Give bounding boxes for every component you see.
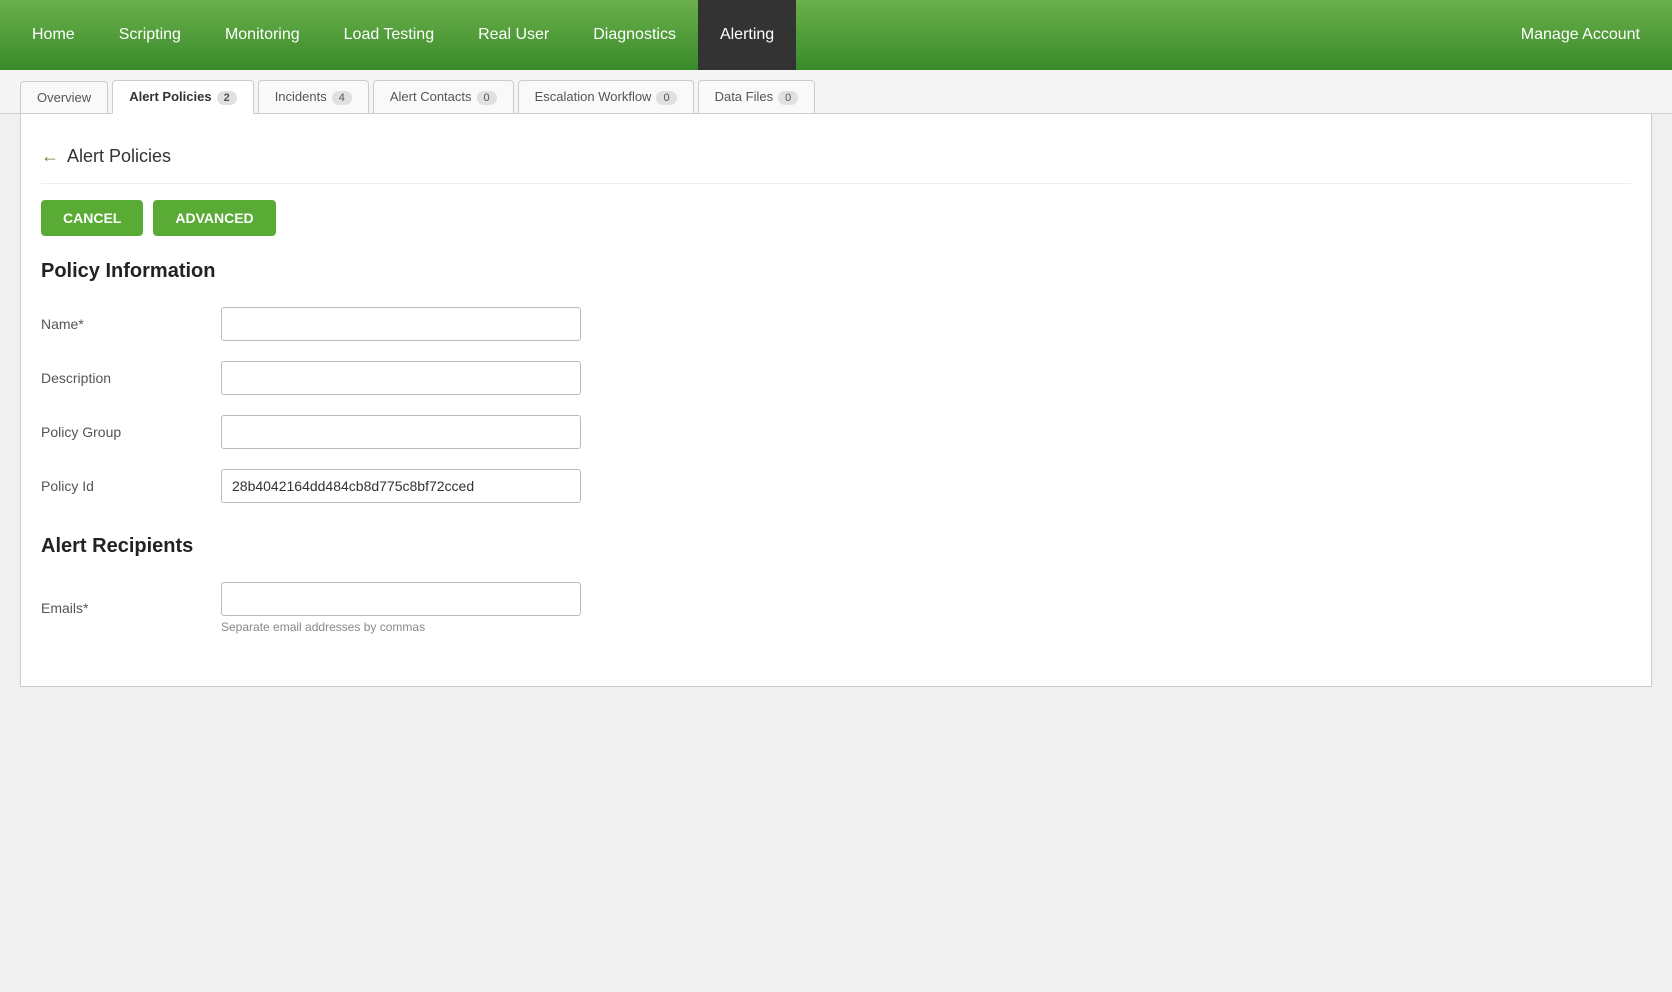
advanced-button[interactable]: ADVANCED — [153, 200, 275, 236]
name-row: Name* — [41, 307, 1631, 341]
policy-group-row: Policy Group — [41, 415, 1631, 449]
page-title: Alert Policies — [67, 146, 171, 167]
tab-alert-contacts[interactable]: Alert Contacts0 — [373, 80, 514, 113]
emails-input[interactable] — [221, 582, 581, 616]
emails-input-wrapper: Separate email addresses by commas — [221, 582, 581, 634]
description-input[interactable] — [221, 361, 581, 395]
emails-row: Emails* Separate email addresses by comm… — [41, 582, 1631, 634]
nav-diagnostics[interactable]: Diagnostics — [571, 0, 698, 70]
breadcrumb: ← Alert Policies — [41, 134, 1631, 184]
description-label: Description — [41, 370, 221, 386]
nav-home[interactable]: Home — [10, 0, 97, 70]
alert-recipients-header: Alert Recipients — [41, 535, 1631, 558]
tab-data-files[interactable]: Data Files0 — [698, 80, 816, 113]
policy-info-header: Policy Information — [41, 260, 1631, 283]
nav-load-testing[interactable]: Load Testing — [322, 0, 456, 70]
name-label: Name* — [41, 316, 221, 332]
description-row: Description — [41, 361, 1631, 395]
tab-incidents[interactable]: Incidents4 — [258, 80, 369, 113]
policy-id-label: Policy Id — [41, 478, 221, 494]
policy-id-input[interactable] — [221, 469, 581, 503]
tab-alert-policies[interactable]: Alert Policies2 — [112, 80, 254, 114]
name-input-wrapper — [221, 307, 581, 341]
cancel-button[interactable]: CANCEL — [41, 200, 143, 236]
nav-real-user[interactable]: Real User — [456, 0, 571, 70]
policy-group-input[interactable] — [221, 415, 581, 449]
tabs-bar: Overview Alert Policies2 Incidents4 Aler… — [0, 70, 1672, 114]
back-arrow[interactable]: ← — [41, 146, 59, 167]
nav-manage-account[interactable]: Manage Account — [1499, 0, 1662, 70]
policy-id-row: Policy Id — [41, 469, 1631, 503]
emails-hint: Separate email addresses by commas — [221, 620, 581, 634]
tab-overview[interactable]: Overview — [20, 81, 108, 113]
nav-alerting[interactable]: Alerting — [698, 0, 796, 70]
name-input[interactable] — [221, 307, 581, 341]
policy-group-input-wrapper — [221, 415, 581, 449]
policy-id-input-wrapper — [221, 469, 581, 503]
tab-escalation-workflow[interactable]: Escalation Workflow0 — [518, 80, 694, 113]
policy-information-section: Policy Information Name* Description Pol… — [41, 260, 1631, 503]
alert-recipients-section: Alert Recipients Emails* Separate email … — [41, 535, 1631, 634]
nav-scripting[interactable]: Scripting — [97, 0, 203, 70]
nav-monitoring[interactable]: Monitoring — [203, 0, 322, 70]
main-content: ← Alert Policies CANCEL ADVANCED Policy … — [20, 114, 1652, 687]
action-buttons: CANCEL ADVANCED — [41, 200, 1631, 236]
top-nav: Home Scripting Monitoring Load Testing R… — [0, 0, 1672, 70]
emails-label: Emails* — [41, 600, 221, 616]
description-input-wrapper — [221, 361, 581, 395]
policy-group-label: Policy Group — [41, 424, 221, 440]
